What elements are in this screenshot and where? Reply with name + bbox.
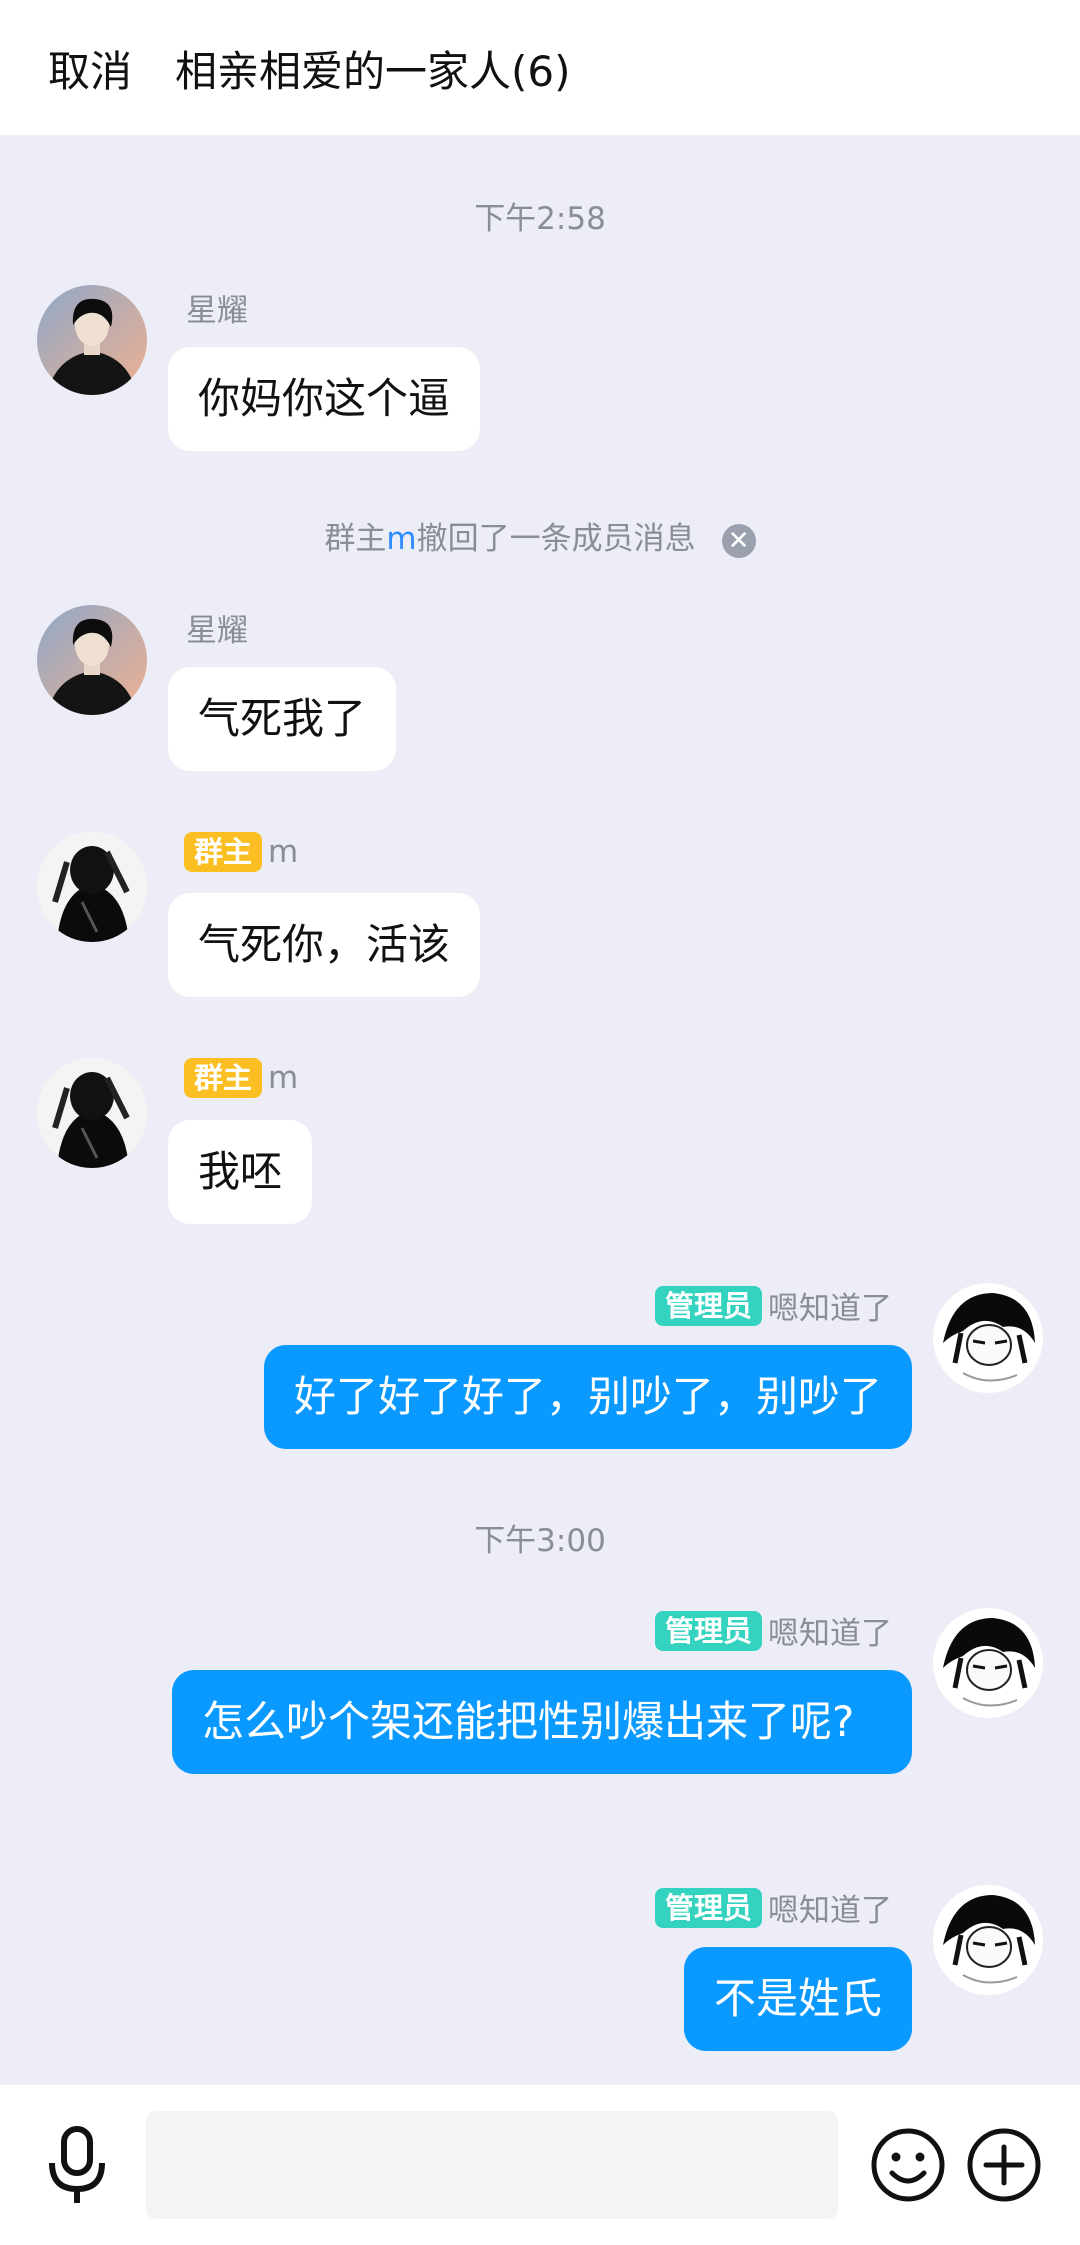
cancel-button[interactable]: 取消 [48,38,132,99]
emoji-icon[interactable] [870,2127,946,2203]
plus-icon[interactable] [966,2127,1042,2203]
sender-name: 星耀 [186,613,248,649]
avatar-m[interactable] [37,1058,147,1168]
message-bubble[interactable]: 你妈你这个逼 [168,347,481,451]
sender-name-line: 管理员 嗯知道了 [654,1608,892,1653]
microphone-icon[interactable] [42,2125,112,2205]
sender-name-line: 群主 m [184,832,298,872]
avatar-xingyao[interactable] [37,605,147,715]
sender-name: 星耀 [186,293,248,329]
input-bar [0,2085,1080,2245]
chat-header: 取消 相亲相爱的一家人(6) [0,0,1080,135]
avatar-admin[interactable] [933,1283,1043,1393]
message-bubble[interactable]: 不是姓氏 [683,1947,912,2051]
recall-member-link[interactable]: m [386,521,416,557]
message-bubble[interactable]: 气死你，活该 [168,893,481,997]
timestamp: 下午3:00 [474,1523,606,1559]
owner-badge: 群主 [184,1058,263,1098]
message-bubble[interactable]: 气死我了 [168,667,397,771]
avatar-m[interactable] [37,832,147,942]
message-list[interactable]: 下午2:58 星耀 你妈你这个逼 群主m撤回了一条成员消息✕ 星耀 气死我了 [0,135,1080,2085]
sender-name-line: 管理员 嗯知道了 [654,1885,892,1930]
message-input[interactable] [146,2111,838,2219]
message-bubble[interactable]: 我呸 [168,1120,313,1224]
avatar-xingyao[interactable] [37,285,147,395]
avatar-admin[interactable] [933,1885,1043,1995]
admin-badge: 管理员 [654,1887,762,1928]
message-bubble[interactable]: 好了好了好了，别吵了，别吵了 [263,1345,912,1449]
avatar-admin[interactable] [933,1608,1043,1718]
admin-badge: 管理员 [654,1285,762,1326]
recall-notice: 群主m撤回了一条成员消息 ✕ [0,513,1080,558]
sender-name-line: 管理员 嗯知道了 [654,1283,892,1328]
sender-name-line: 群主 m [184,1058,298,1098]
group-title: 相亲相爱的一家人(6) [175,47,571,96]
close-icon[interactable]: ✕ [721,523,756,558]
admin-badge: 管理员 [654,1610,762,1651]
message-bubble[interactable]: 怎么吵个架还能把性别爆出来了呢? [172,1670,912,1774]
owner-badge: 群主 [184,832,263,872]
timestamp: 下午2:58 [474,201,606,237]
